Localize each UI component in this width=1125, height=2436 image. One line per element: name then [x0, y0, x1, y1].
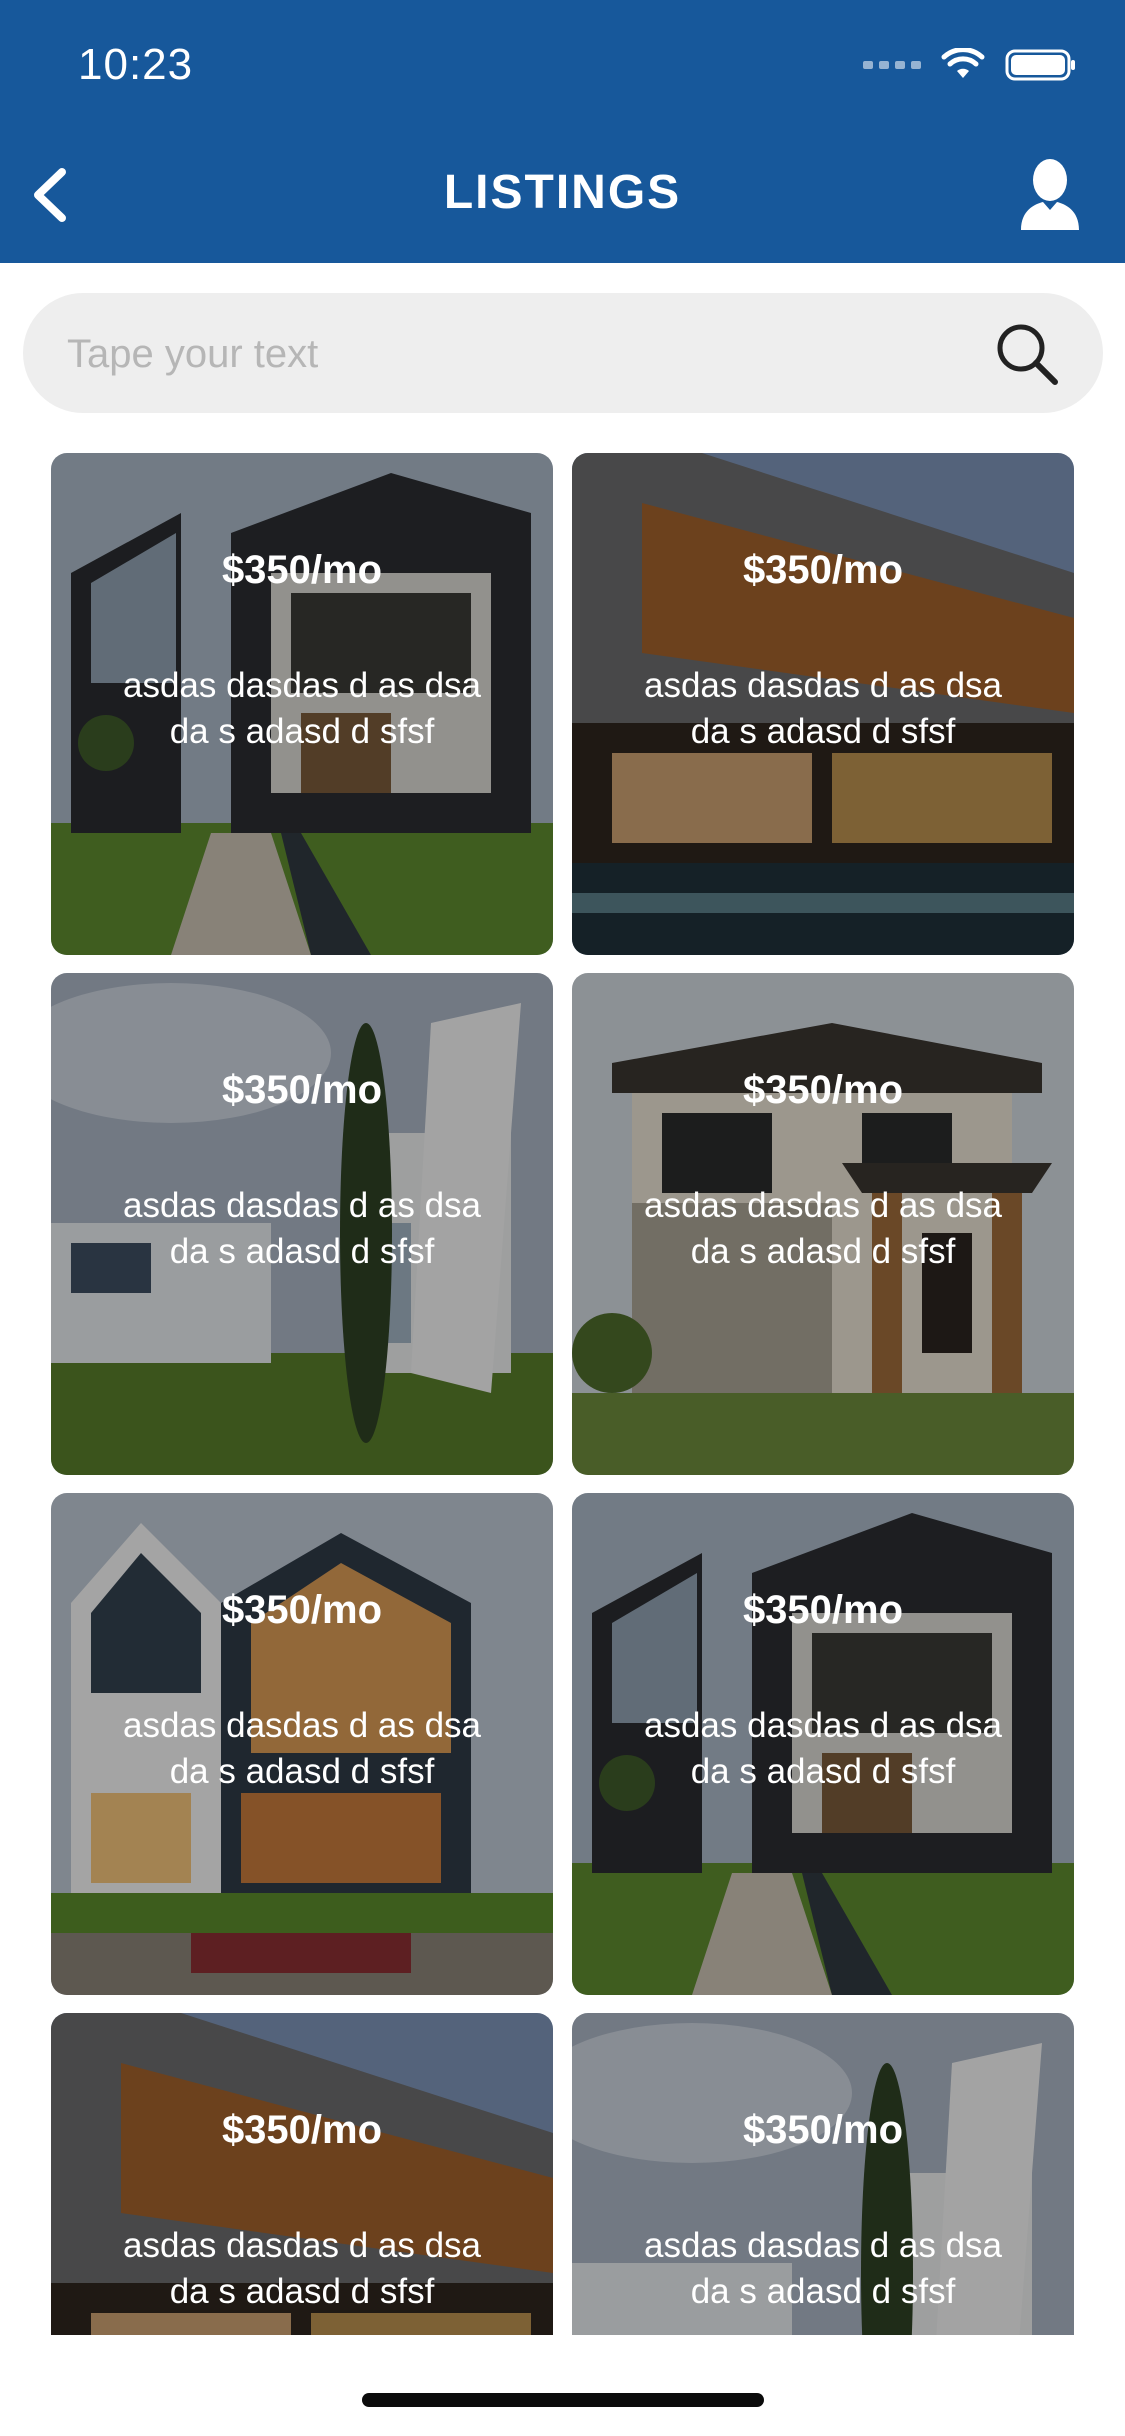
listing-description: asdas dasdas d as dsa da s adasd d sfsf	[122, 1706, 481, 1791]
listing-price: $350/mo	[221, 2108, 383, 2152]
listing-card[interactable]: $350/mo asdas dasdas d as dsa da s adasd…	[572, 973, 1074, 1475]
status-time: 10:23	[78, 40, 194, 89]
listing-description: asdas dasdas d as dsa da s adasd d sfsf	[643, 1186, 1002, 1271]
wifi-icon	[941, 48, 985, 78]
listing-description: asdas dasdas d as dsa da s adasd d sfsf	[122, 666, 481, 751]
listing-description: asdas dasdas d as dsa da s adasd d sfsf	[643, 666, 1002, 751]
listing-card[interactable]: $350/mo asdas dasdas d as dsa da s adasd…	[51, 973, 553, 1475]
listing-price: $350/mo	[221, 1588, 383, 1632]
listing-price: $350/mo	[742, 548, 904, 592]
listing-price: $350/mo	[221, 1068, 383, 1112]
listing-price: $350/mo	[221, 548, 383, 592]
status-indicators	[863, 48, 1077, 82]
listing-card[interactable]: $350/mo asdas dasdas d as dsa da s adasd…	[51, 1493, 553, 1995]
listing-description: asdas dasdas d as dsa da s adasd d sfsf	[643, 1706, 1002, 1791]
page-title: LISTINGS	[443, 166, 682, 219]
listing-price: $350/mo	[742, 1588, 904, 1632]
listing-card[interactable]: $350/mo asdas dasdas d as dsa da s adasd…	[51, 453, 553, 955]
navigation-header: 10:23 LISTINGS	[0, 0, 1125, 263]
search-icon[interactable]	[991, 318, 1063, 390]
listing-price: $350/mo	[742, 1068, 904, 1112]
listing-card[interactable]: $350/mo asdas dasdas d as dsa da s adasd…	[572, 453, 1074, 955]
search-input[interactable]	[65, 293, 949, 415]
listings-grid: $350/mo asdas dasdas d as dsa da s adasd…	[0, 450, 1125, 2335]
listing-description: asdas dasdas d as dsa da s adasd d sfsf	[122, 1186, 481, 1271]
search-bar[interactable]	[23, 293, 1103, 415]
listing-description: asdas dasdas d as dsa da s adasd d sfsf	[643, 2226, 1002, 2311]
listing-card[interactable]: $350/mo asdas dasdas d as dsa da s adasd…	[51, 2013, 553, 2335]
cellular-signal-icon	[863, 61, 921, 69]
listing-description: asdas dasdas d as dsa da s adasd d sfsf	[122, 2226, 481, 2311]
listing-card[interactable]: $350/mo asdas dasdas d as dsa da s adasd…	[572, 1493, 1074, 1995]
profile-button[interactable]	[1005, 150, 1095, 240]
home-indicator[interactable]	[362, 2393, 764, 2407]
battery-icon	[1005, 49, 1075, 81]
listing-card[interactable]: $350/mo asdas dasdas d as dsa da s adasd…	[572, 2013, 1074, 2335]
listing-price: $350/mo	[742, 2108, 904, 2152]
